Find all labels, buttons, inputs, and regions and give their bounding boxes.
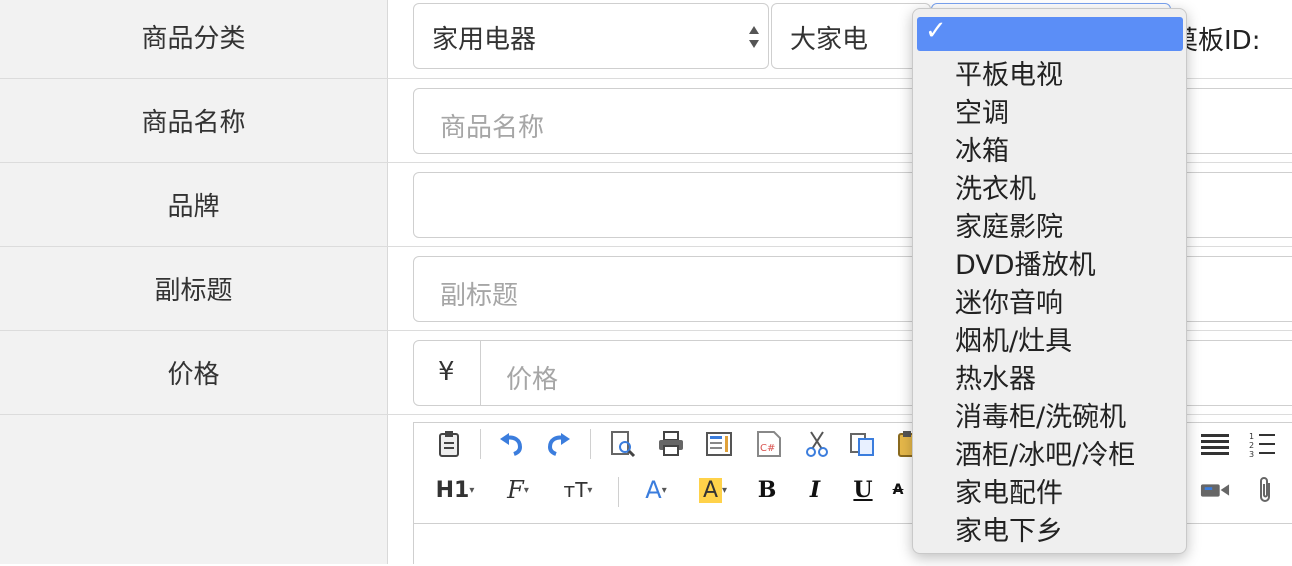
dropdown-option[interactable]: 家电下乡 [955,509,1063,548]
dropdown-option[interactable]: DVD播放机 [955,243,1096,282]
dropdown-option[interactable]: 烟机/灶具 [955,319,1072,358]
category-level1-select[interactable]: 家用电器 [413,3,769,69]
code-icon[interactable]: C# [754,429,784,459]
attachment-icon[interactable] [1250,475,1280,505]
redo-icon[interactable] [544,429,574,459]
align-justify-icon[interactable] [1200,429,1230,459]
product-name-placeholder: 商品名称 [440,113,545,143]
category-level1-value: 家用电器 [432,25,537,55]
highlight-icon: A [698,477,723,503]
chevron-down-icon: ▾ [587,484,593,496]
toolbar-separator [590,429,591,459]
toolbar-separator [618,477,619,507]
subtitle-placeholder: 副标题 [440,281,519,311]
highlight-color-button[interactable]: A ▾ [690,475,736,505]
strikethrough-icon[interactable]: A [888,475,908,505]
font-family-label: F [507,476,524,504]
chevron-down-icon: ▾ [469,484,475,496]
category-level2-select[interactable]: 大家电 [771,3,931,69]
underline-button[interactable]: U [848,475,878,505]
label-category: 商品分类 [141,24,246,54]
toolbar-separator [480,429,481,459]
dropdown-option[interactable]: 家电配件 [955,471,1063,510]
checkmark-icon: ✓ [925,16,947,46]
preview-icon[interactable] [608,429,638,459]
undo-icon[interactable] [496,429,526,459]
svg-text:2: 2 [1249,441,1254,450]
print-icon[interactable] [656,429,686,459]
italic-button[interactable]: I [800,475,830,505]
label-subtitle: 副标题 [154,276,233,306]
svg-text:1: 1 [1249,432,1254,441]
dropdown-option[interactable]: 空调 [955,91,1009,130]
label-price: 价格 [167,360,220,390]
underline-icon: U [853,477,873,503]
label-brand: 品牌 [167,192,220,222]
chevron-down-icon: ▾ [661,484,667,496]
video-icon[interactable] [1200,475,1230,505]
select-arrows-icon [749,26,759,48]
category-level3-dropdown: ✓ 平板电视 空调 冰箱 洗衣机 家庭影院 DVD播放机 迷你音响 烟机/灶具 … [912,8,1187,554]
chevron-down-icon: ▾ [523,484,529,496]
dropdown-option[interactable]: 热水器 [955,357,1036,396]
ordered-list-icon[interactable]: 123 [1248,429,1278,459]
paste-plain-icon[interactable] [434,429,464,459]
font-family-dropdown[interactable]: F ▾ [498,475,538,505]
heading-label: H1 [435,477,470,503]
category-level2-value: 大家电 [790,25,869,55]
dropdown-option[interactable]: 消毒柜/洗碗机 [955,395,1126,434]
dropdown-option[interactable]: 迷你音响 [955,281,1063,320]
currency-addon: ¥ [414,341,481,405]
bold-icon: B [757,477,777,503]
chevron-down-icon: ▾ [722,484,728,496]
font-size-label: тT [563,478,588,502]
dropdown-option[interactable]: 酒柜/冰吧/冷柜 [955,433,1135,472]
price-placeholder[interactable]: 价格 [506,359,558,396]
dropdown-option[interactable]: 家庭影院 [955,205,1063,244]
dropdown-selected-option[interactable]: ✓ [917,16,1183,51]
font-color-button[interactable]: A ▾ [636,475,676,505]
font-color-icon: A [645,476,662,504]
copy-icon[interactable] [848,429,878,459]
dropdown-option[interactable]: 洗衣机 [955,167,1036,206]
template-icon[interactable] [704,429,734,459]
label-product-name: 商品名称 [141,108,246,138]
bold-button[interactable]: B [752,475,782,505]
font-size-dropdown[interactable]: тT ▾ [556,475,600,505]
currency-symbol: ¥ [438,357,455,387]
dropdown-option[interactable]: 冰箱 [955,129,1009,168]
heading-dropdown[interactable]: H1 ▾ [432,475,478,505]
dropdown-option[interactable]: 平板电视 [955,53,1063,92]
code-icon-label: C# [760,443,775,454]
svg-text:3: 3 [1249,450,1254,458]
italic-icon: I [809,477,821,503]
cut-icon[interactable] [802,429,832,459]
